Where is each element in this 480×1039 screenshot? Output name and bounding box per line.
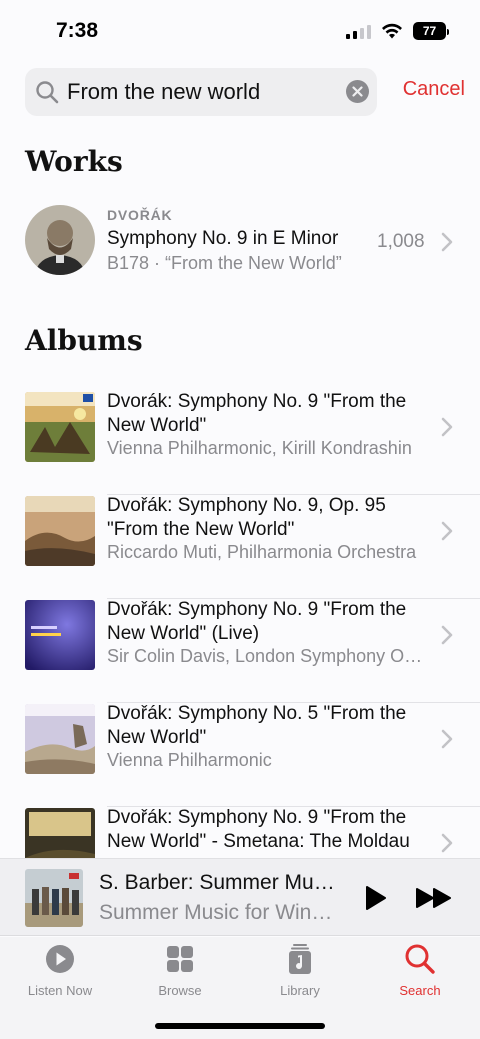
tab-label: Browse (158, 983, 202, 998)
play-circle-icon (46, 945, 74, 973)
next-track-button[interactable] (414, 886, 454, 910)
search-icon (36, 81, 59, 104)
cancel-button[interactable]: Cancel (403, 78, 465, 101)
now-playing-artwork (25, 869, 83, 927)
search-input[interactable] (67, 78, 337, 106)
tab-search[interactable]: Search (360, 943, 480, 998)
works-heading: Works (25, 145, 123, 178)
tab-label: Listen Now (27, 983, 93, 998)
wifi-icon (382, 23, 402, 39)
battery-icon: 77 (413, 22, 449, 40)
now-playing-title: S. Barber: Summer Music (99, 871, 339, 894)
search-field[interactable] (25, 68, 377, 116)
status-bar: 7:38 77 (0, 0, 480, 62)
clear-search-button[interactable] (346, 80, 369, 103)
tab-library[interactable]: Library (240, 943, 360, 998)
album-title: Dvořák: Symphony No. 5 "From the New Wor… (107, 703, 407, 748)
album-row[interactable]: Dvořák: Symphony No. 5 "From the New Wor… (0, 703, 480, 808)
album-artist: Vienna Philharmonic (107, 750, 272, 770)
tab-listen-now[interactable]: Listen Now (0, 943, 120, 998)
album-title: Dvořák: Symphony No. 9 "From the New Wor… (107, 807, 410, 852)
album-row[interactable]: Dvorák: Symphony No. 9 "From the New Wor… (0, 391, 480, 496)
chevron-right-icon (441, 833, 453, 853)
play-button[interactable] (362, 885, 388, 911)
work-row[interactable]: DVOŘÁK Symphony No. 9 in E Minor B178 · … (0, 198, 480, 288)
album-artwork (25, 600, 95, 670)
work-title: Symphony No. 9 in E Minor (107, 228, 339, 249)
search-row: Cancel (25, 68, 465, 116)
grid-icon (167, 946, 193, 972)
chevron-right-icon (441, 729, 453, 749)
chevron-right-icon (441, 417, 453, 437)
battery-level: 77 (422, 24, 437, 38)
mini-player[interactable]: S. Barber: Summer Music Summer Music for… (0, 858, 480, 936)
music-library-icon (289, 944, 311, 974)
work-composer: DVOŘÁK (107, 207, 173, 223)
album-title: Dvořák: Symphony No. 9 "From the New Wor… (107, 599, 407, 644)
album-title: Dvořák: Symphony No. 9, Op. 95 "From the… (107, 495, 386, 540)
album-artwork (25, 392, 95, 462)
search-icon (405, 944, 435, 974)
album-artist: Vienna Philharmonic, Kirill Kondrashin (107, 438, 412, 458)
composer-portrait (25, 205, 95, 275)
now-playing-subtitle: Summer Music for Wind Quintet (99, 901, 339, 924)
work-recording-count: 1,008 (377, 231, 425, 252)
status-time: 7:38 (56, 19, 99, 42)
close-icon (352, 86, 363, 97)
album-row[interactable]: Dvořák: Symphony No. 9, Op. 95 "From the… (0, 495, 480, 600)
chevron-right-icon (441, 521, 453, 541)
album-title: Dvorák: Symphony No. 9 "From the New Wor… (107, 391, 407, 436)
album-artist: Sir Colin Davis, London Symphony Orchest… (107, 646, 425, 666)
album-row[interactable]: Dvořák: Symphony No. 9 "From the New Wor… (0, 599, 480, 704)
status-icons: 77 (346, 22, 449, 40)
chevron-right-icon (441, 625, 453, 645)
home-indicator (155, 1023, 325, 1029)
tab-label: Search (399, 983, 441, 998)
work-subtitle: B178 · “From the New World” (107, 253, 342, 273)
album-artwork (25, 704, 95, 774)
cellular-signal-icon (346, 23, 371, 39)
album-artwork (25, 496, 95, 566)
albums-heading: Albums (25, 324, 143, 357)
album-artist: Riccardo Muti, Philharmonia Orchestra (107, 542, 417, 562)
chevron-right-icon (441, 232, 453, 252)
tab-label: Library (280, 983, 320, 998)
tab-browse[interactable]: Browse (120, 943, 240, 998)
